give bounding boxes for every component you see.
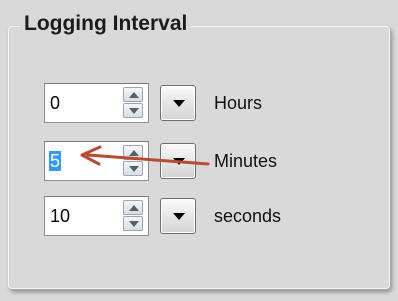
minutes-spin-input[interactable]: 5	[44, 141, 149, 181]
triangle-down-icon	[129, 108, 139, 114]
caret-down-icon	[173, 158, 185, 165]
seconds-label: seconds	[214, 206, 282, 226]
seconds-value[interactable]: 10	[49, 206, 71, 226]
hours-label: Hours	[214, 93, 263, 113]
triangle-up-icon	[129, 205, 139, 211]
caret-down-icon	[173, 100, 185, 107]
caret-down-icon	[173, 213, 185, 220]
group-title: Logging Interval	[20, 10, 192, 38]
seconds-dropdown-button[interactable]	[160, 198, 196, 234]
minutes-value[interactable]: 5	[49, 151, 62, 171]
hours-dropdown-button[interactable]	[160, 85, 196, 121]
seconds-row: 10 seconds	[44, 196, 374, 236]
triangle-up-icon	[129, 92, 139, 98]
triangle-up-icon	[129, 150, 139, 156]
hours-value[interactable]: 0	[49, 93, 61, 113]
minutes-spin-buttons	[123, 145, 145, 177]
hours-increment-button[interactable]	[123, 87, 143, 102]
triangle-down-icon	[129, 166, 139, 172]
minutes-decrement-button[interactable]	[123, 161, 143, 176]
minutes-dropdown-button[interactable]	[160, 143, 196, 179]
minutes-row: 5 Minutes	[44, 141, 374, 181]
seconds-decrement-button[interactable]	[123, 216, 143, 231]
hours-row: 0 Hours	[44, 83, 374, 123]
logging-interval-panel: Logging Interval 0 Hours 5 Minutes 10 se…	[0, 0, 398, 301]
seconds-spin-buttons	[123, 200, 145, 232]
hours-spin-input[interactable]: 0	[44, 83, 149, 123]
minutes-increment-button[interactable]	[123, 145, 143, 160]
triangle-down-icon	[129, 221, 139, 227]
seconds-spin-input[interactable]: 10	[44, 196, 149, 236]
minutes-label: Minutes	[214, 151, 278, 171]
hours-decrement-button[interactable]	[123, 103, 143, 118]
seconds-increment-button[interactable]	[123, 200, 143, 215]
hours-spin-buttons	[123, 87, 145, 119]
